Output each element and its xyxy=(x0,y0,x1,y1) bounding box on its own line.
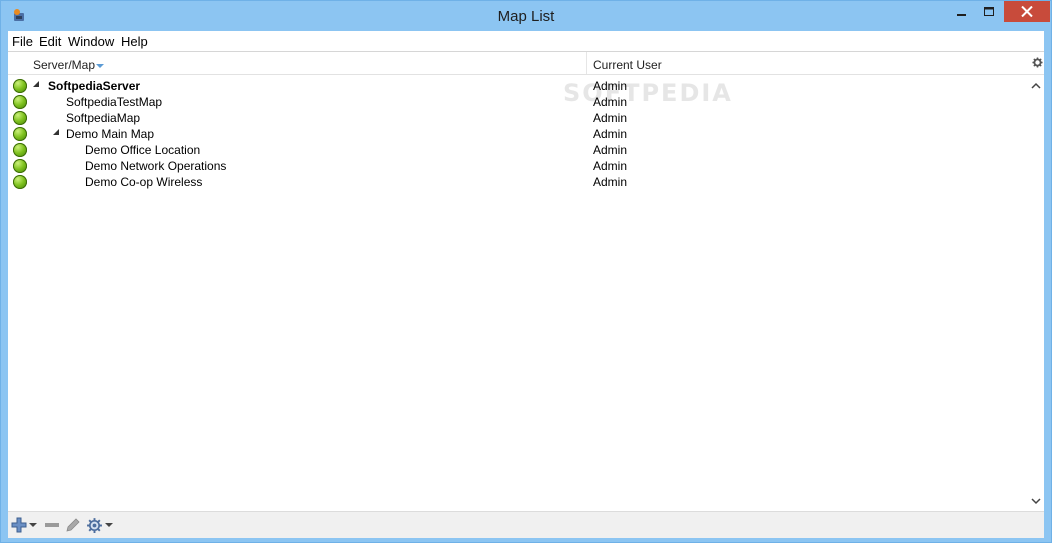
map-list: SoftpediaServer Admin SoftpediaTestMap A… xyxy=(8,75,1028,507)
expand-toggle-icon[interactable] xyxy=(53,129,59,135)
maximize-icon xyxy=(983,7,994,16)
row-name: SoftpediaTestMap xyxy=(66,95,163,109)
minimize-button[interactable] xyxy=(948,1,976,23)
add-button[interactable] xyxy=(11,516,37,534)
row-name: SoftpediaMap xyxy=(66,111,141,125)
row-user: Admin xyxy=(593,159,628,173)
bottom-toolbar xyxy=(8,511,1044,538)
list-row-submap[interactable]: Demo Network Operations Admin xyxy=(8,158,1028,174)
edit-button[interactable] xyxy=(65,516,81,534)
status-online-icon xyxy=(13,175,27,189)
row-user: Admin xyxy=(593,175,628,189)
status-online-icon xyxy=(13,79,27,93)
list-header: Server/Map Current User xyxy=(8,52,1044,75)
remove-icon xyxy=(45,523,59,527)
row-name: SoftpediaServer xyxy=(48,79,141,93)
gear-icon[interactable] xyxy=(1032,57,1043,68)
menu-file[interactable]: File xyxy=(12,34,33,49)
title-bar[interactable]: Map List xyxy=(1,1,1051,31)
column-current-user[interactable]: Current User xyxy=(593,58,662,72)
menu-edit[interactable]: Edit xyxy=(39,34,61,49)
row-user: Admin xyxy=(593,111,628,125)
menu-window[interactable]: Window xyxy=(68,34,114,49)
settings-button[interactable] xyxy=(86,516,113,534)
column-server-map[interactable]: Server/Map xyxy=(33,58,95,72)
column-separator[interactable] xyxy=(586,52,587,74)
list-row-map[interactable]: Demo Main Map Admin xyxy=(8,126,1028,142)
list-row-map[interactable]: SoftpediaTestMap Admin xyxy=(8,94,1028,110)
scroll-down-icon[interactable] xyxy=(1031,497,1041,505)
gear-icon xyxy=(87,517,102,533)
window-title: Map List xyxy=(497,8,555,25)
main-window: Map List File Edit Window Help Server/Ma… xyxy=(0,0,1052,543)
row-user: Admin xyxy=(593,127,628,141)
pencil-icon xyxy=(66,518,80,532)
row-name: Demo Co-op Wireless xyxy=(85,175,203,189)
chevron-down-icon xyxy=(105,523,113,527)
row-user: Admin xyxy=(593,143,628,157)
status-online-icon xyxy=(13,143,27,157)
status-online-icon xyxy=(13,111,27,125)
menu-bar: File Edit Window Help xyxy=(8,31,1044,52)
vertical-scrollbar[interactable] xyxy=(1028,75,1044,511)
row-name: Demo Network Operations xyxy=(85,159,227,173)
menu-help[interactable]: Help xyxy=(121,34,148,49)
status-online-icon xyxy=(13,159,27,173)
status-online-icon xyxy=(13,95,27,109)
row-user: Admin xyxy=(593,79,628,93)
status-online-icon xyxy=(13,127,27,141)
add-icon xyxy=(11,517,27,533)
minimize-icon xyxy=(957,14,966,16)
chevron-down-icon xyxy=(29,523,37,527)
row-name: Demo Office Location xyxy=(85,143,201,157)
expand-toggle-icon[interactable] xyxy=(33,81,39,87)
list-row-submap[interactable]: Demo Office Location Admin xyxy=(8,142,1028,158)
list-row-server[interactable]: SoftpediaServer Admin xyxy=(8,78,1028,94)
remove-button[interactable] xyxy=(44,516,60,534)
list-row-map[interactable]: SoftpediaMap Admin xyxy=(8,110,1028,126)
sort-desc-icon[interactable] xyxy=(96,64,104,69)
client-area: File Edit Window Help Server/Map Current… xyxy=(8,31,1044,538)
row-name: Demo Main Map xyxy=(66,127,155,141)
list-row-submap[interactable]: Demo Co-op Wireless Admin xyxy=(8,174,1028,190)
close-icon xyxy=(1021,6,1033,17)
scroll-up-icon[interactable] xyxy=(1031,82,1041,90)
row-user: Admin xyxy=(593,95,628,109)
close-button[interactable] xyxy=(1004,1,1050,22)
maximize-button[interactable] xyxy=(975,1,1003,23)
